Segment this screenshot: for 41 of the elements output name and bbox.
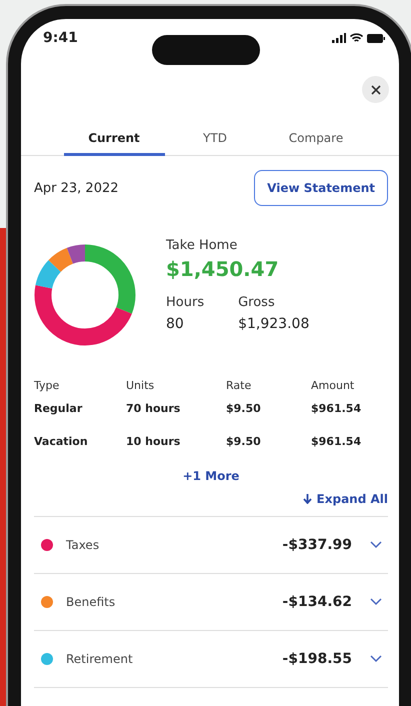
tab[interactable]: Compare <box>266 125 366 156</box>
close-icon <box>370 84 380 94</box>
battery-icon <box>367 34 385 42</box>
hours-value: 80 <box>166 316 185 332</box>
expand-all-button[interactable]: Expand All <box>302 492 388 506</box>
table-cell-text: Regular <box>34 402 84 417</box>
table-cell-text: $961.54 <box>311 402 362 417</box>
table-cell-text: Vacation <box>34 435 89 450</box>
table-cell-text: $9.50 <box>226 435 262 450</box>
signal-icon <box>332 33 346 43</box>
statement-date: Apr 23, 2022 <box>34 180 119 196</box>
table-cell-text: $961.54 <box>311 435 362 450</box>
more-link[interactable]: +1 More <box>176 468 246 484</box>
take-home-label: Take Home <box>166 238 238 253</box>
column-header: Amount <box>311 379 356 392</box>
table-cell-text: $9.50 <box>226 402 262 417</box>
column-header: Rate <box>226 379 252 392</box>
view-statement-button[interactable]: View Statement <box>254 170 388 206</box>
column-header: Type <box>34 379 60 392</box>
deduction-amount: -$134.62 <box>282 594 352 610</box>
deduction-row[interactable]: Retirement -$198.55 <box>34 631 388 688</box>
deduction-amount: -$337.99 <box>282 537 352 553</box>
down-arrow-icon <box>302 494 312 504</box>
deduction-row[interactable]: Benefits -$134.62 <box>34 574 388 631</box>
wifi-icon <box>350 33 363 43</box>
gross-label: Gross <box>238 295 276 310</box>
deduction-amount: -$198.55 <box>282 651 352 667</box>
deduction-label: Benefits <box>66 595 116 609</box>
status-time: 9:41 <box>43 30 78 46</box>
hours-label: Hours <box>166 295 204 310</box>
deduction-row[interactable]: Taxes -$337.99 <box>34 517 388 574</box>
close-button[interactable] <box>362 76 389 103</box>
deduction-label: Taxes <box>66 538 100 552</box>
column-header: Units <box>126 379 156 392</box>
deduction-label: Retirement <box>66 652 134 666</box>
gross-value: $1,923.08 <box>238 316 310 332</box>
tab[interactable]: Current <box>64 125 164 156</box>
table-cell-text: 10 hours <box>126 435 182 450</box>
table-cell-text: 70 hours <box>126 402 182 417</box>
tab[interactable]: YTD <box>164 125 266 156</box>
take-home-amount: $1,450.47 <box>166 257 280 281</box>
